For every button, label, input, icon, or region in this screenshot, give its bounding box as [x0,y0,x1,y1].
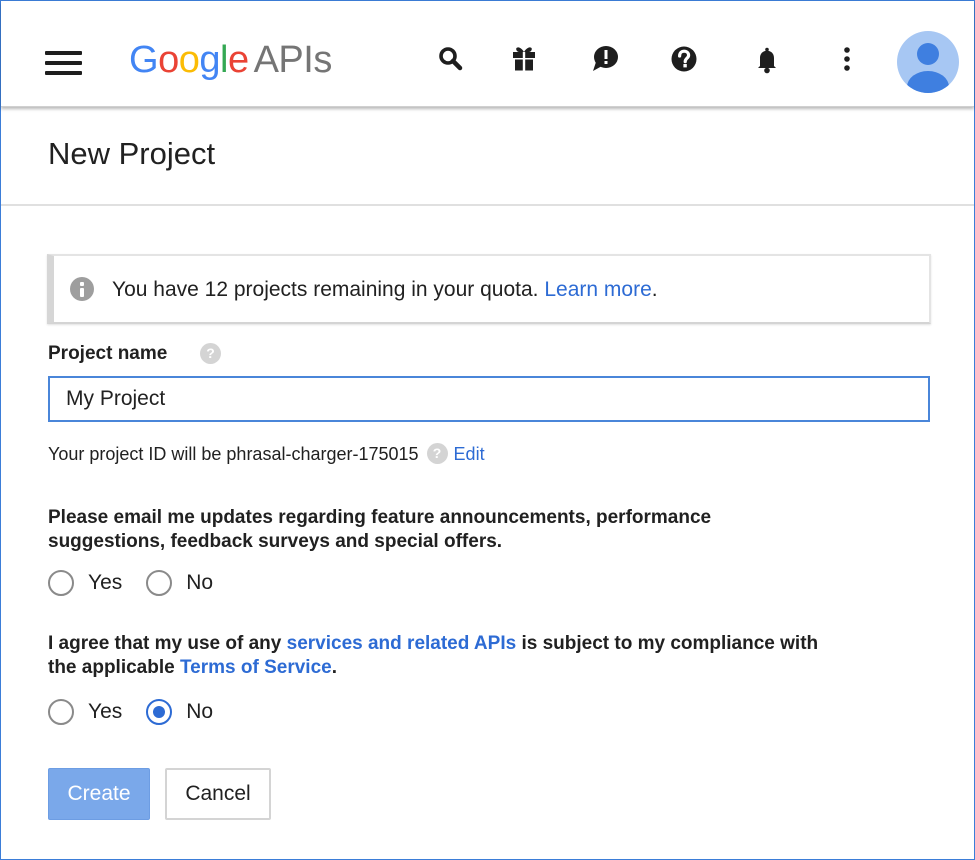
terms-text: . [331,657,337,678]
terms-agreement-text: I agree that my use of any services and … [48,632,818,680]
email-updates-question: Please email me updates regarding featur… [48,506,711,554]
account-avatar[interactable] [897,31,959,93]
terms-no-radio[interactable]: No [146,699,213,725]
terms-line-2: the applicable Terms of Service. [48,656,818,680]
help-icon[interactable]: ? [200,343,221,364]
cancel-button[interactable]: Cancel [165,768,271,820]
logo-letter: l [219,39,228,81]
notifications-icon[interactable] [749,41,785,77]
google-apis-logo[interactable]: Google APIs [129,35,332,85]
logo-letter: G [129,39,159,81]
more-vert-icon[interactable] [829,41,865,77]
quota-notice: You have 12 projects remaining in your q… [47,254,931,324]
terms-text: the applicable [48,657,180,678]
top-app-bar: Google APIs [1,1,974,107]
radio-circle[interactable] [48,699,74,725]
terms-yes-radio[interactable]: Yes [48,699,122,725]
radio-label: Yes [88,700,123,723]
project-name-input[interactable] [48,376,930,422]
radio-label: No [186,571,214,594]
logo-product-name: APIs [253,39,333,81]
person-icon [907,43,949,93]
feedback-icon[interactable] [587,41,623,77]
quota-text: You have 12 projects remaining in your q… [112,278,539,301]
quota-suffix: . [651,278,658,301]
services-apis-link[interactable]: services and related APIs [287,633,517,654]
edit-project-id-link[interactable]: Edit [454,444,485,464]
project-id-line: Your project ID will be phrasal-charger-… [48,443,485,465]
info-icon [70,277,94,301]
project-id-text: Your project ID will be phrasal-charger-… [48,444,419,464]
help-icon[interactable]: ? [426,443,448,465]
terms-text: I agree that my use of any [48,633,287,654]
radio-circle[interactable] [48,570,74,596]
logo-letter: e [227,39,249,81]
divider [1,204,974,206]
terms-text: is subject to my compliance with [516,633,819,654]
email-updates-radio-group: Yes No [48,568,237,598]
logo-letter: o [158,39,179,81]
gift-icon[interactable] [506,41,542,77]
terms-radio-group: Yes No [48,697,237,727]
learn-more-link[interactable]: Learn more [544,278,651,301]
help-icon[interactable] [666,41,702,77]
logo-letter: o [178,39,200,81]
radio-circle[interactable] [146,570,173,596]
window-frame [0,0,975,860]
menu-icon[interactable] [45,51,82,75]
radio-label: No [186,700,214,723]
terms-line-1: I agree that my use of any services and … [48,632,818,656]
question-line: Please email me updates regarding featur… [48,507,712,528]
quota-message: You have 12 projects remaining in your q… [112,278,658,302]
question-line: suggestions, feedback surveys and specia… [48,531,503,552]
radio-circle-selected[interactable] [146,699,173,725]
search-icon[interactable] [433,41,469,77]
radio-label: Yes [88,571,123,594]
terms-of-service-link[interactable]: Terms of Service [180,657,332,678]
create-button[interactable]: Create [48,768,150,820]
logo-letter: g [199,39,220,81]
project-name-label: Project name [48,343,168,364]
page-title: New Project [48,136,216,171]
email-no-radio[interactable]: No [146,570,213,596]
email-yes-radio[interactable]: Yes [48,570,122,596]
